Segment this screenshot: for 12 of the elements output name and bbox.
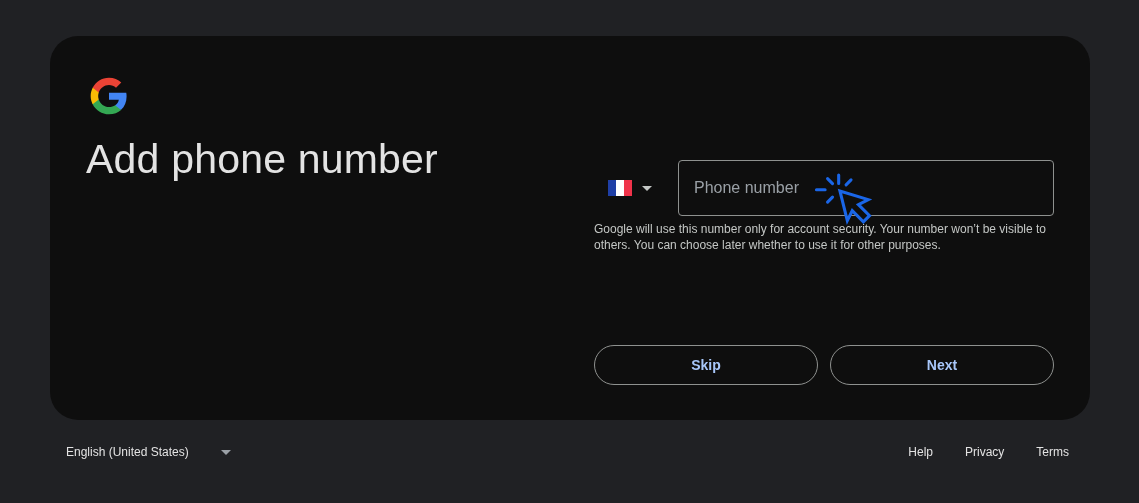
language-selector[interactable]: English (United States) (50, 441, 243, 463)
caret-icon (220, 449, 231, 455)
helper-text: Google will use this number only for account security. Your number won’t be visible to others. You can choose later whether to use it for other purposes. (594, 221, 1047, 253)
footer-link[interactable]: Privacy (949, 441, 1021, 463)
footer-link[interactable]: Terms (1020, 441, 1085, 463)
cursor-click-icon (814, 172, 872, 226)
page-title: Add phone number (86, 136, 438, 183)
caret-icon (642, 185, 652, 191)
flag-icon (608, 180, 632, 196)
footer-link[interactable]: Help (892, 441, 949, 463)
google-logo-icon (89, 76, 129, 116)
phone-number-field[interactable]: Phone number (678, 160, 1054, 216)
